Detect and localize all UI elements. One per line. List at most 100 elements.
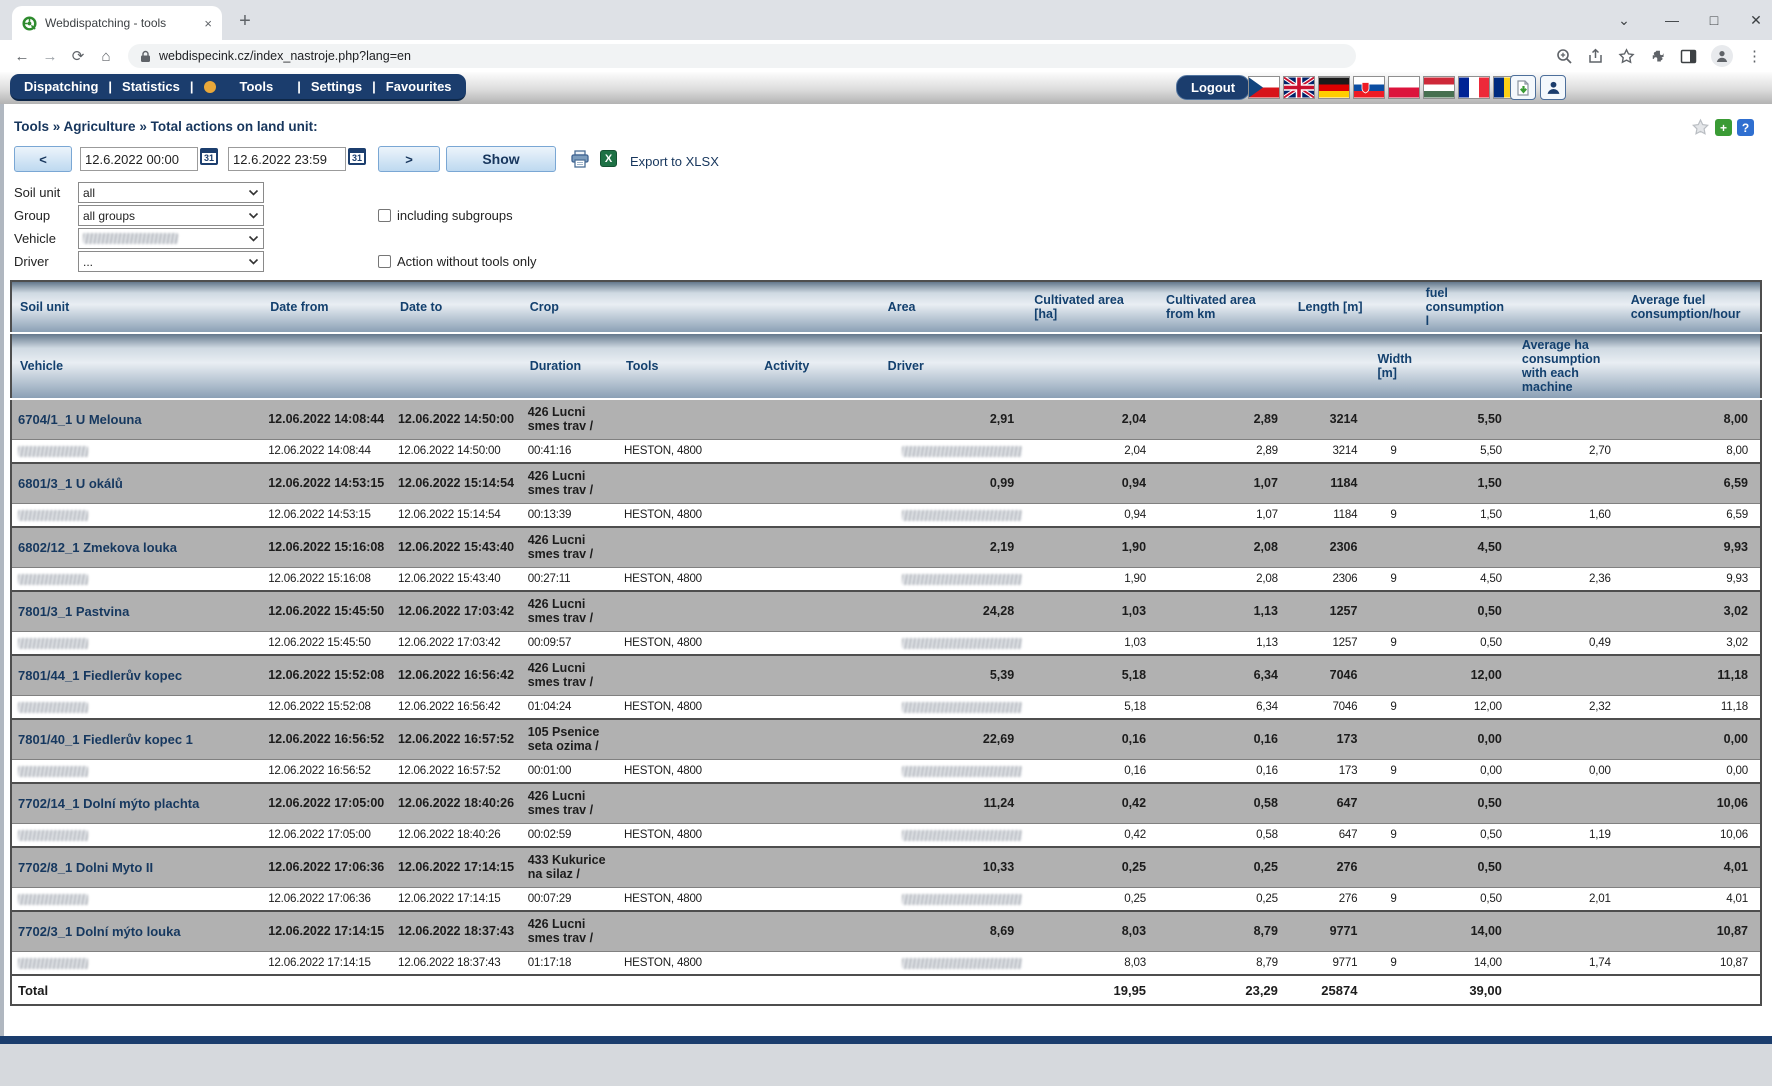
col-vehicle[interactable]: Vehicle [11,333,262,399]
col-cultivated-km[interactable]: Cultivated area from km [1158,281,1290,333]
cell-cultivated-km: 0,58 [1158,783,1290,823]
flag-czech-icon[interactable] [1248,76,1280,99]
flag-slovak-icon[interactable] [1353,76,1385,99]
col-length[interactable]: Length [m] [1290,281,1418,333]
flag-british-icon[interactable] [1283,76,1315,99]
col-avg-fuel-hour[interactable]: Average fuel consumption/hour [1623,281,1761,333]
landunit-link[interactable]: 6802/12_1 Zmekova louka [18,540,177,555]
prev-period-button[interactable]: < [14,146,72,172]
action-without-tools-checkbox[interactable] [378,255,391,268]
soil-unit-select[interactable]: all [78,182,264,203]
cell-cultivated-ha: 1,03 [1026,591,1158,631]
calendar-from-icon[interactable]: 31 [200,148,218,165]
table-header-sub: Vehicle Duration Tools Activity Driver W… [11,333,1761,399]
col-width[interactable]: Width [m] [1369,333,1417,399]
back-icon[interactable]: ← [8,48,36,65]
col-activity[interactable]: Activity [756,333,880,399]
menu-favourites[interactable]: Favourites [386,79,452,94]
excel-icon[interactable]: X [600,150,617,167]
including-subgroups-checkbox[interactable] [378,209,391,222]
landunit-link[interactable]: 7801/40_1 Fiedlerův kopec 1 [18,732,193,747]
share-icon[interactable] [1587,48,1604,65]
col-date-to[interactable]: Date to [392,281,522,333]
zoom-icon[interactable] [1556,48,1573,65]
cell-crop: 426 Lucni smes trav / [522,399,618,439]
cell-cultivated-ha: 0,16 [1026,719,1158,759]
minimize-window-icon[interactable]: — [1664,12,1680,28]
landunit-link[interactable]: 7702/3_1 Dolní mýto louka [18,924,181,939]
cell-width-empty [1369,655,1417,695]
bookmark-star-icon[interactable] [1618,48,1635,65]
browser-menu-icon[interactable]: ⋮ [1747,47,1762,65]
forward-icon[interactable]: → [36,48,64,65]
cell-length: 1184 [1290,503,1370,527]
landunit-link[interactable]: 7702/14_1 Dolní mýto plachta [18,796,199,811]
breadcrumb-tools[interactable]: Tools [14,119,49,134]
user-account-button[interactable] [1540,75,1566,100]
home-icon[interactable]: ⌂ [92,48,120,65]
redacted-vehicle-name [18,702,88,713]
col-crop[interactable]: Crop [522,281,880,333]
col-date-from[interactable]: Date from [262,281,392,333]
logout-button[interactable]: Logout [1176,75,1250,100]
cell-cultivated-ha: 0,25 [1026,887,1158,911]
col-duration[interactable]: Duration [522,333,618,399]
add-favourite-button[interactable]: + [1715,119,1732,136]
favourite-star-icon[interactable] [1691,118,1710,137]
menu-dispatching[interactable]: Dispatching [24,79,98,94]
date-from-input[interactable] [80,147,198,171]
landunit-link[interactable]: 6704/1_1 U Melouna [18,412,142,427]
help-button[interactable]: ? [1737,119,1754,136]
col-cultivated-ha[interactable]: Cultivated area [ha] [1026,281,1158,333]
vehicle-select[interactable] [78,228,264,249]
menu-statistics[interactable]: Statistics [122,79,180,94]
cell-avg-fuel-hour: 11,18 [1623,655,1761,695]
menu-tools[interactable]: Tools [240,79,274,94]
export-xlsx-link[interactable]: Export to XLSX [630,154,719,169]
landunit-link[interactable]: 7801/44_1 Fiedlerův kopec [18,668,182,683]
cell-date-from: 12.06.2022 14:08:44 [262,399,392,439]
col-tools[interactable]: Tools [618,333,756,399]
show-button[interactable]: Show [446,146,556,172]
landunit-link[interactable]: 7702/8_1 Dolni Myto II [18,860,153,875]
col-driver[interactable]: Driver [880,333,1027,399]
cell-avg-ha-empty [1514,527,1623,567]
next-period-button[interactable]: > [378,146,440,172]
new-tab-button[interactable]: + [232,9,258,35]
flag-hungarian-icon[interactable] [1423,76,1455,99]
menu-settings[interactable]: Settings [311,79,362,94]
col-area[interactable]: Area [880,281,1027,333]
profile-avatar[interactable] [1711,45,1733,67]
driver-select[interactable]: ... [78,251,264,272]
maximize-window-icon[interactable]: □ [1706,12,1722,28]
close-tab-icon[interactable]: × [204,16,212,31]
landunit-link[interactable]: 7801/3_1 Pastvina [18,604,129,619]
extensions-puzzle-icon[interactable] [1649,48,1666,65]
flag-french-icon[interactable] [1458,76,1490,99]
browser-tab[interactable]: Webdispatching - tools × [12,6,222,40]
flag-german-icon[interactable] [1318,76,1350,99]
cell-width: 9 [1369,631,1417,655]
export-page-button[interactable] [1510,75,1536,100]
cell-tools: HESTON, 4800 [618,439,756,463]
group-select[interactable]: all groups [78,205,264,226]
flag-polish-icon[interactable] [1388,76,1420,99]
col-soil-unit[interactable]: Soil unit [11,281,262,333]
breadcrumb-agriculture[interactable]: Agriculture [64,119,136,134]
close-window-icon[interactable]: ✕ [1748,12,1764,29]
cell-activity-empty [756,527,880,567]
date-to-input[interactable] [228,147,346,171]
calendar-to-icon[interactable]: 31 [348,148,366,165]
tab-search-chevron-icon[interactable]: ⌄ [1616,12,1632,29]
url-field[interactable]: webdispecink.cz/index_nastroje.php?lang=… [128,44,1356,68]
col-fuel[interactable]: fuel consumption l [1418,281,1514,333]
reload-icon[interactable]: ⟳ [64,47,92,65]
print-icon[interactable] [570,150,590,174]
cell-tools-empty [618,847,756,887]
side-panel-icon[interactable] [1680,48,1697,65]
landunit-link[interactable]: 6801/3_1 U okálů [18,476,123,491]
cell-cultivated-km: 1,13 [1158,591,1290,631]
cell-tools-empty [618,591,756,631]
col-avg-ha-machine[interactable]: Average ha consumption with each machine [1514,333,1623,399]
cell-cultivated-ha: 1,90 [1026,567,1158,591]
